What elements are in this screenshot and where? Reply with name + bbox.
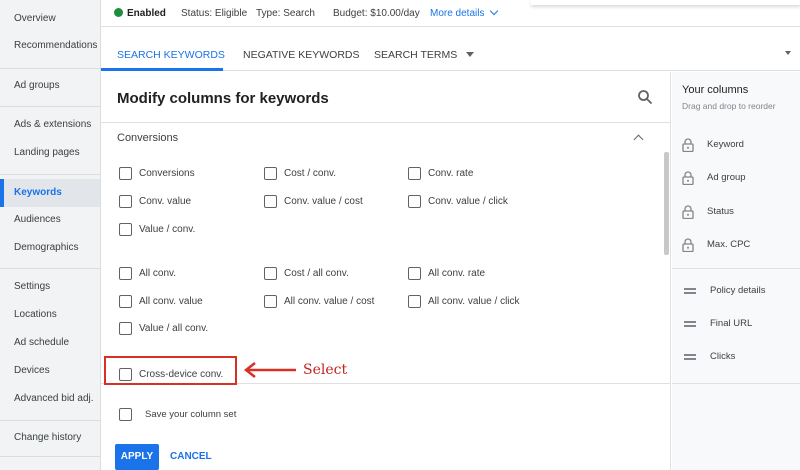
modal-title: Modify columns for keywords (117, 90, 329, 107)
scrollbar[interactable] (664, 152, 669, 255)
status-eligible: Status: Eligible (181, 8, 248, 19)
sidebar-item-advanced-bid-adj[interactable]: Advanced bid adj. (0, 392, 100, 406)
drag-handle-icon[interactable] (684, 353, 696, 360)
checkbox[interactable] (408, 195, 421, 208)
checkbox[interactable] (264, 195, 277, 208)
sidebar-item-locations[interactable]: Locations (0, 308, 100, 322)
checkbox[interactable] (119, 167, 132, 180)
lock-icon (682, 138, 694, 152)
checkbox[interactable] (264, 267, 277, 280)
checkbox[interactable] (264, 167, 277, 180)
sidebar-item-ad-schedule[interactable]: Ad schedule (0, 336, 100, 350)
search-icon[interactable] (637, 89, 653, 105)
chevron-up-icon[interactable] (633, 134, 644, 145)
arrow-icon (243, 362, 296, 378)
sidebar-divider (0, 456, 100, 457)
status-enabled: Enabled (114, 8, 166, 20)
sidebar-item-ad-groups[interactable]: Ad groups (0, 79, 100, 93)
sidebar-divider (0, 68, 100, 69)
divider (101, 122, 671, 123)
your-columns-subtitle: Drag and drop to reorder (682, 101, 776, 111)
sidebar-item-ads-extensions[interactable]: Ads & extensions (0, 118, 100, 132)
dropdown-arrow-icon (466, 52, 475, 57)
checkbox[interactable] (119, 295, 132, 308)
sidebar-item-devices[interactable]: Devices (0, 364, 100, 378)
drag-handle-icon[interactable] (684, 320, 696, 327)
cancel-button[interactable]: CANCEL (170, 444, 212, 470)
sidebar-item-overview[interactable]: Overview (0, 12, 100, 26)
sidebar-item-audiences[interactable]: Audiences (0, 213, 100, 227)
checkbox[interactable] (119, 223, 132, 236)
campaign-status-bar: Enabled Status: Eligible Type: Search Bu… (101, 0, 800, 27)
checkbox[interactable] (119, 408, 132, 421)
checkbox[interactable] (264, 295, 277, 308)
lock-icon (682, 171, 694, 185)
annotation-select-label: Select (303, 362, 348, 378)
drag-handle-icon[interactable] (684, 287, 696, 294)
annotation-highlight-box (104, 356, 237, 385)
tab-search-keywords[interactable]: SEARCH KEYWORDS (117, 27, 225, 71)
sidebar-divider (0, 420, 100, 421)
chevron-down-icon (490, 6, 499, 16)
sidebar-item-settings[interactable]: Settings (0, 280, 100, 294)
sidebar: Overview Recommendations Ad groups Ads &… (0, 0, 101, 470)
lock-icon (682, 205, 694, 219)
keyword-tabs: SEARCH KEYWORDS NEGATIVE KEYWORDS SEARCH… (101, 27, 800, 71)
sidebar-item-keywords[interactable]: Keywords (0, 179, 100, 207)
checkbox[interactable] (119, 195, 132, 208)
apply-button[interactable]: APPLY (115, 444, 159, 470)
sidebar-item-change-history[interactable]: Change history (0, 431, 100, 445)
dropdown-arrow-icon[interactable] (785, 51, 791, 55)
checkbox[interactable] (408, 167, 421, 180)
toolbar-shadow (531, 0, 800, 5)
campaign-budget: Budget: $10.00/day (333, 8, 420, 19)
checkbox[interactable] (408, 295, 421, 308)
sidebar-item-demographics[interactable]: Demographics (0, 241, 100, 255)
sidebar-divider (0, 268, 100, 269)
lock-icon (682, 238, 694, 252)
your-columns-title: Your columns (682, 84, 749, 96)
tab-search-terms[interactable]: SEARCH TERMS (374, 27, 475, 71)
divider (672, 383, 800, 384)
sidebar-item-recommendations[interactable]: Recommendations (0, 39, 100, 53)
sidebar-item-landing-pages[interactable]: Landing pages (0, 146, 100, 160)
your-columns-panel: Your columns Drag and drop to reorder Ke… (672, 72, 800, 470)
section-title-conversions: Conversions (117, 132, 179, 144)
tab-negative-keywords[interactable]: NEGATIVE KEYWORDS (243, 27, 360, 71)
sidebar-divider (0, 106, 100, 107)
checkbox[interactable] (119, 267, 132, 280)
checkbox[interactable] (119, 322, 132, 335)
status-dot-icon (114, 8, 123, 17)
more-details-link[interactable]: More details (430, 6, 499, 20)
sidebar-divider (0, 174, 100, 175)
divider (672, 268, 800, 269)
campaign-type: Type: Search (256, 8, 315, 19)
checkbox[interactable] (408, 267, 421, 280)
active-tab-indicator (101, 68, 223, 71)
